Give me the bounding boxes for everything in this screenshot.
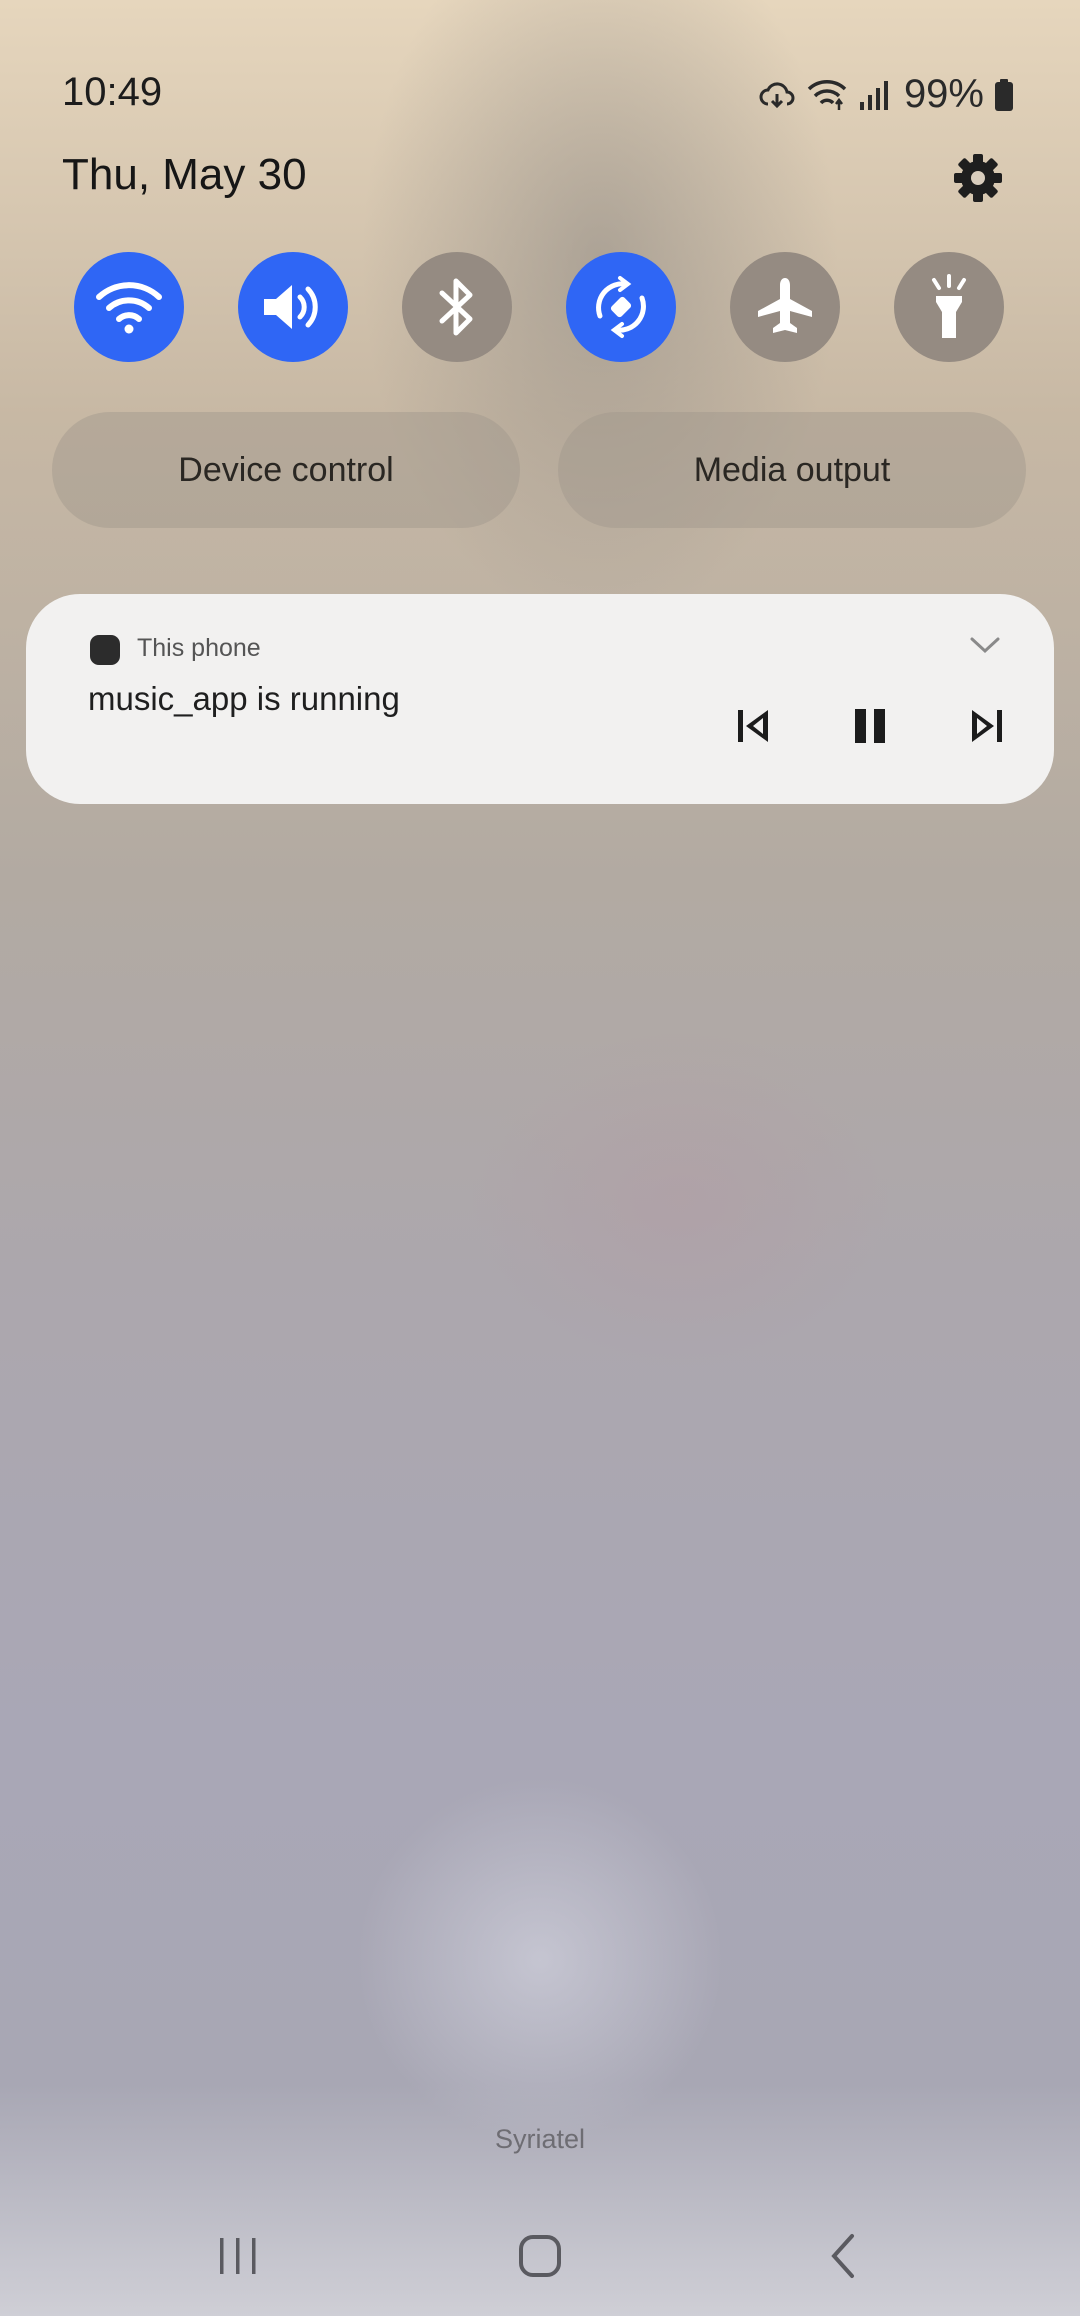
flashlight-toggle[interactable] [894, 252, 1004, 362]
carrier-label: Syriatel [494, 2124, 586, 2154]
date-label: Thu, May 30 [62, 150, 307, 199]
device-control-button[interactable]: Device control [52, 412, 520, 528]
media-title: music_app is running [88, 680, 400, 717]
next-icon [972, 710, 1002, 742]
airplane-mode-toggle[interactable] [730, 252, 840, 362]
recent-apps-button[interactable] [198, 2216, 278, 2296]
gear-icon [954, 154, 1002, 202]
signal-icon [859, 80, 888, 110]
status-icons: 99% [758, 72, 1014, 117]
home-button[interactable] [500, 2216, 580, 2296]
bluetooth-icon [439, 278, 473, 336]
back-button[interactable] [804, 2216, 884, 2296]
chevron-down-icon [970, 637, 1000, 654]
auto-rotate-icon [596, 276, 646, 338]
back-icon [831, 2234, 854, 2278]
recent-apps-icon [220, 2238, 256, 2274]
battery-icon [995, 78, 1013, 111]
wifi-icon [807, 79, 847, 110]
sound-icon [264, 285, 318, 329]
home-icon [519, 2235, 561, 2277]
pause-button[interactable] [838, 694, 902, 758]
wifi-toggle[interactable] [74, 252, 184, 362]
media-notification-card[interactable]: This phone music_app is running [26, 594, 1054, 804]
device-control-label: Device control [178, 450, 394, 489]
wifi-icon [96, 282, 162, 334]
next-button[interactable] [954, 694, 1018, 758]
app-icon [90, 635, 120, 665]
media-output-button[interactable]: Media output [558, 412, 1026, 528]
bluetooth-toggle[interactable] [402, 252, 512, 362]
pause-icon [855, 709, 885, 743]
battery-percent: 99% [903, 72, 984, 116]
expand-button[interactable] [968, 634, 1002, 661]
settings-button[interactable] [952, 152, 1004, 204]
sound-toggle[interactable] [238, 252, 348, 362]
navigation-bar [0, 2186, 1080, 2316]
previous-icon [738, 710, 768, 742]
cloud-sync-icon [759, 81, 795, 108]
airplane-icon [758, 278, 812, 333]
previous-button[interactable] [722, 694, 786, 758]
flashlight-icon [932, 274, 966, 338]
quick-settings-row [74, 252, 1004, 364]
status-time: 10:49 [62, 70, 163, 114]
auto-rotate-toggle[interactable] [566, 252, 676, 362]
media-source-label: This phone [137, 634, 261, 662]
media-output-label: Media output [693, 450, 891, 489]
